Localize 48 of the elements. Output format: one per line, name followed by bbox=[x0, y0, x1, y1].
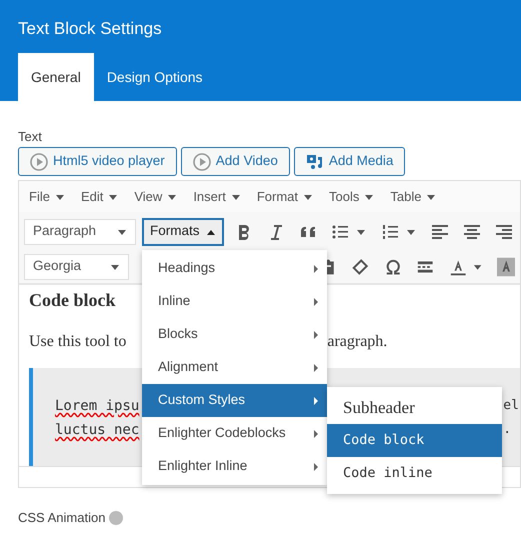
eraser-icon[interactable] bbox=[351, 256, 370, 276]
menu-item[interactable]: Insert bbox=[193, 186, 241, 206]
submenu-arrow-icon[interactable] bbox=[313, 264, 319, 274]
menu-item[interactable]: Enlighter Codeblocks bbox=[142, 417, 327, 450]
submenu-arrow-icon[interactable] bbox=[313, 396, 319, 406]
paragraph-text: Use this tool to bbox=[29, 332, 126, 352]
submenu-arrow-icon[interactable] bbox=[313, 362, 319, 372]
menu-item[interactable]: Table bbox=[390, 186, 436, 206]
media-button[interactable]: Add Media bbox=[294, 147, 406, 176]
formats-button[interactable]: Formats bbox=[142, 218, 224, 246]
submenu-arrow-icon[interactable] bbox=[313, 428, 319, 438]
paragraph-text: aragraph. bbox=[327, 332, 388, 352]
menu-item[interactable]: Inline bbox=[142, 285, 327, 318]
font-select[interactable]: Georgia bbox=[24, 254, 129, 280]
media-icon bbox=[306, 154, 324, 170]
media-button[interactable]: Add Video bbox=[180, 147, 290, 176]
help-icon bbox=[109, 510, 124, 525]
background-color-icon[interactable] bbox=[496, 256, 515, 276]
menu-item[interactable]: Code inline bbox=[327, 457, 502, 490]
menu-item[interactable]: Format bbox=[256, 186, 313, 206]
block-format-select[interactable]: Paragraph bbox=[24, 218, 136, 244]
field-label: Text bbox=[18, 128, 43, 146]
menu-item[interactable]: Tools bbox=[329, 186, 374, 206]
submenu-arrow-icon[interactable] bbox=[313, 296, 319, 306]
code-text: luctus nec bbox=[55, 422, 140, 440]
code-text: el bbox=[503, 398, 519, 415]
menu-item[interactable]: Headings bbox=[142, 252, 327, 285]
tab[interactable]: Design Options bbox=[94, 53, 216, 101]
window-title: Text Block Settings bbox=[17, 18, 163, 40]
code-text: . bbox=[503, 422, 512, 439]
code-text: Lorem ipsu bbox=[55, 398, 140, 416]
submenu-arrow-icon[interactable] bbox=[313, 330, 319, 340]
menu-item[interactable]: Edit bbox=[80, 186, 118, 206]
tab[interactable]: General bbox=[18, 53, 94, 101]
media-button[interactable]: Html5 video player bbox=[18, 147, 177, 176]
menu-item[interactable]: Enlighter Inline bbox=[142, 450, 327, 483]
menu-item[interactable]: File bbox=[29, 186, 65, 206]
menu-item[interactable]: Blocks bbox=[142, 318, 327, 351]
menu-item[interactable]: Custom Styles bbox=[142, 384, 327, 417]
submenu-arrow-icon[interactable] bbox=[313, 462, 319, 472]
menu-item[interactable]: Subheader bbox=[327, 391, 502, 424]
field-label: CSS Animation bbox=[18, 509, 106, 527]
play-icon bbox=[30, 152, 48, 170]
content-heading: Code block bbox=[29, 289, 116, 312]
play-icon bbox=[192, 152, 211, 170]
menu-item[interactable]: Code block bbox=[327, 424, 502, 457]
menu-item[interactable]: Alignment bbox=[142, 351, 327, 384]
menu-item[interactable]: View bbox=[134, 186, 178, 206]
